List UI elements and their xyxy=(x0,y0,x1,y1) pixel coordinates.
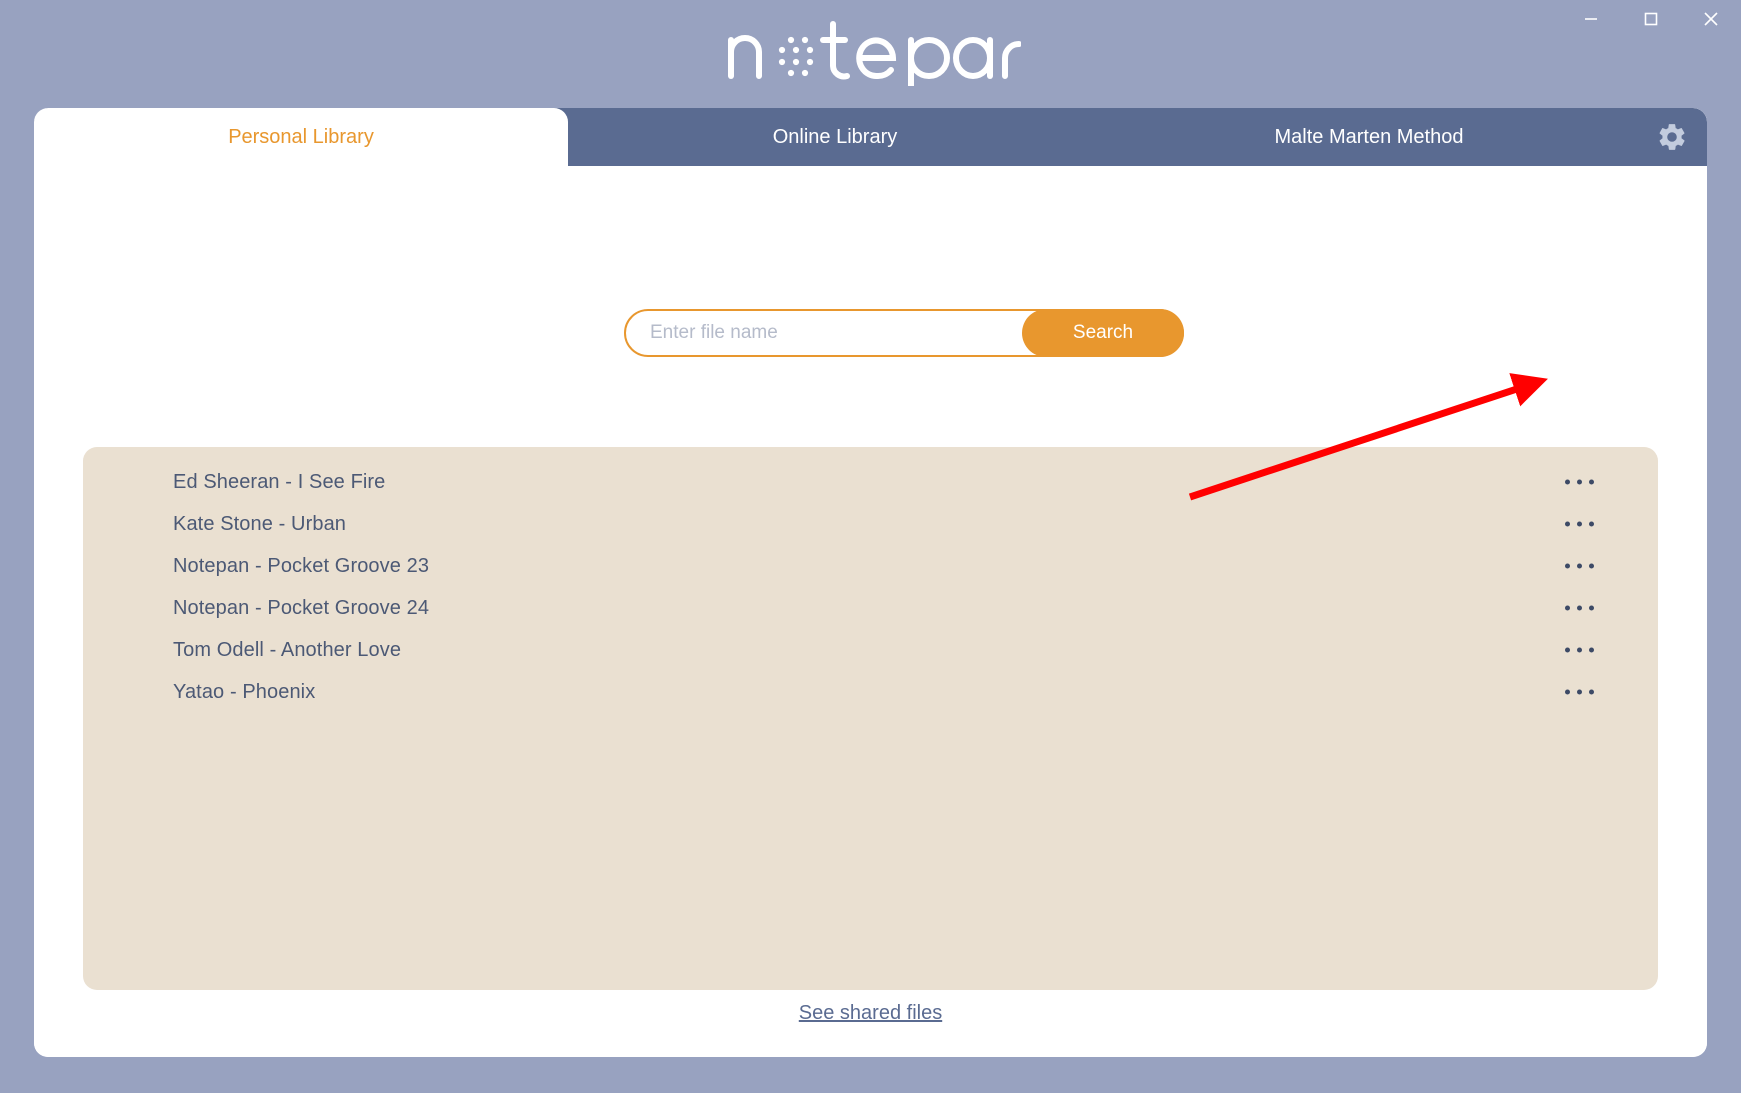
table-row[interactable]: Ed Sheeran - I See Fire xyxy=(83,461,1658,503)
window-titlebar xyxy=(0,0,1741,100)
table-row[interactable]: Tom Odell - Another Love xyxy=(83,629,1658,671)
file-list-panel: Ed Sheeran - I See Fire Kate Stone - Urb… xyxy=(83,447,1658,990)
main-card: Personal Library Online Library Malte Ma… xyxy=(34,108,1707,1057)
more-options-icon[interactable] xyxy=(1563,642,1596,659)
more-options-icon[interactable] xyxy=(1563,474,1596,491)
gear-icon xyxy=(1659,124,1685,150)
tab-online-library[interactable]: Online Library xyxy=(568,108,1102,166)
table-row[interactable]: Notepan - Pocket Groove 23 xyxy=(83,545,1658,587)
maximize-icon xyxy=(1644,12,1658,26)
see-shared-files-link[interactable]: See shared files xyxy=(34,1002,1707,1025)
card-body: Search Ed Sheeran - I See Fire xyxy=(34,166,1707,1057)
tab-malte-marten-method-label: Malte Marten Method xyxy=(1274,125,1464,148)
tab-personal-library[interactable]: Personal Library xyxy=(34,108,568,166)
minimize-button[interactable] xyxy=(1561,0,1621,38)
table-row[interactable]: Yatao - Phoenix xyxy=(83,671,1658,713)
more-options-icon[interactable] xyxy=(1563,516,1596,533)
tab-online-library-label: Online Library xyxy=(772,125,898,148)
table-row[interactable]: Notepan - Pocket Groove 24 xyxy=(83,587,1658,629)
file-name: Kate Stone - Urban xyxy=(173,512,347,535)
tab-personal-library-label: Personal Library xyxy=(228,125,374,148)
window-controls xyxy=(1561,0,1741,38)
more-options-icon[interactable] xyxy=(1563,600,1596,617)
file-name: Notepan - Pocket Groove 24 xyxy=(173,596,430,619)
app-logo xyxy=(0,14,1741,91)
minimize-icon xyxy=(1585,18,1597,20)
settings-button[interactable] xyxy=(1636,108,1707,166)
search-input[interactable] xyxy=(626,311,1022,355)
more-options-icon[interactable] xyxy=(1563,558,1596,575)
more-options-icon[interactable] xyxy=(1563,684,1596,701)
table-row[interactable]: Kate Stone - Urban xyxy=(83,503,1658,545)
search-bar: Search xyxy=(624,309,1184,357)
file-name: Ed Sheeran - I See Fire xyxy=(173,470,386,493)
maximize-button[interactable] xyxy=(1621,0,1681,38)
close-button[interactable] xyxy=(1681,0,1741,38)
tab-bar: Personal Library Online Library Malte Ma… xyxy=(34,108,1707,166)
close-icon xyxy=(1704,12,1718,26)
file-name: Notepan - Pocket Groove 23 xyxy=(173,554,430,577)
file-name: Yatao - Phoenix xyxy=(173,680,316,703)
tab-malte-marten-method[interactable]: Malte Marten Method xyxy=(1102,108,1636,166)
file-name: Tom Odell - Another Love xyxy=(173,638,402,661)
notepan-logo-icon xyxy=(727,21,1021,86)
search-button[interactable]: Search xyxy=(1022,309,1184,357)
